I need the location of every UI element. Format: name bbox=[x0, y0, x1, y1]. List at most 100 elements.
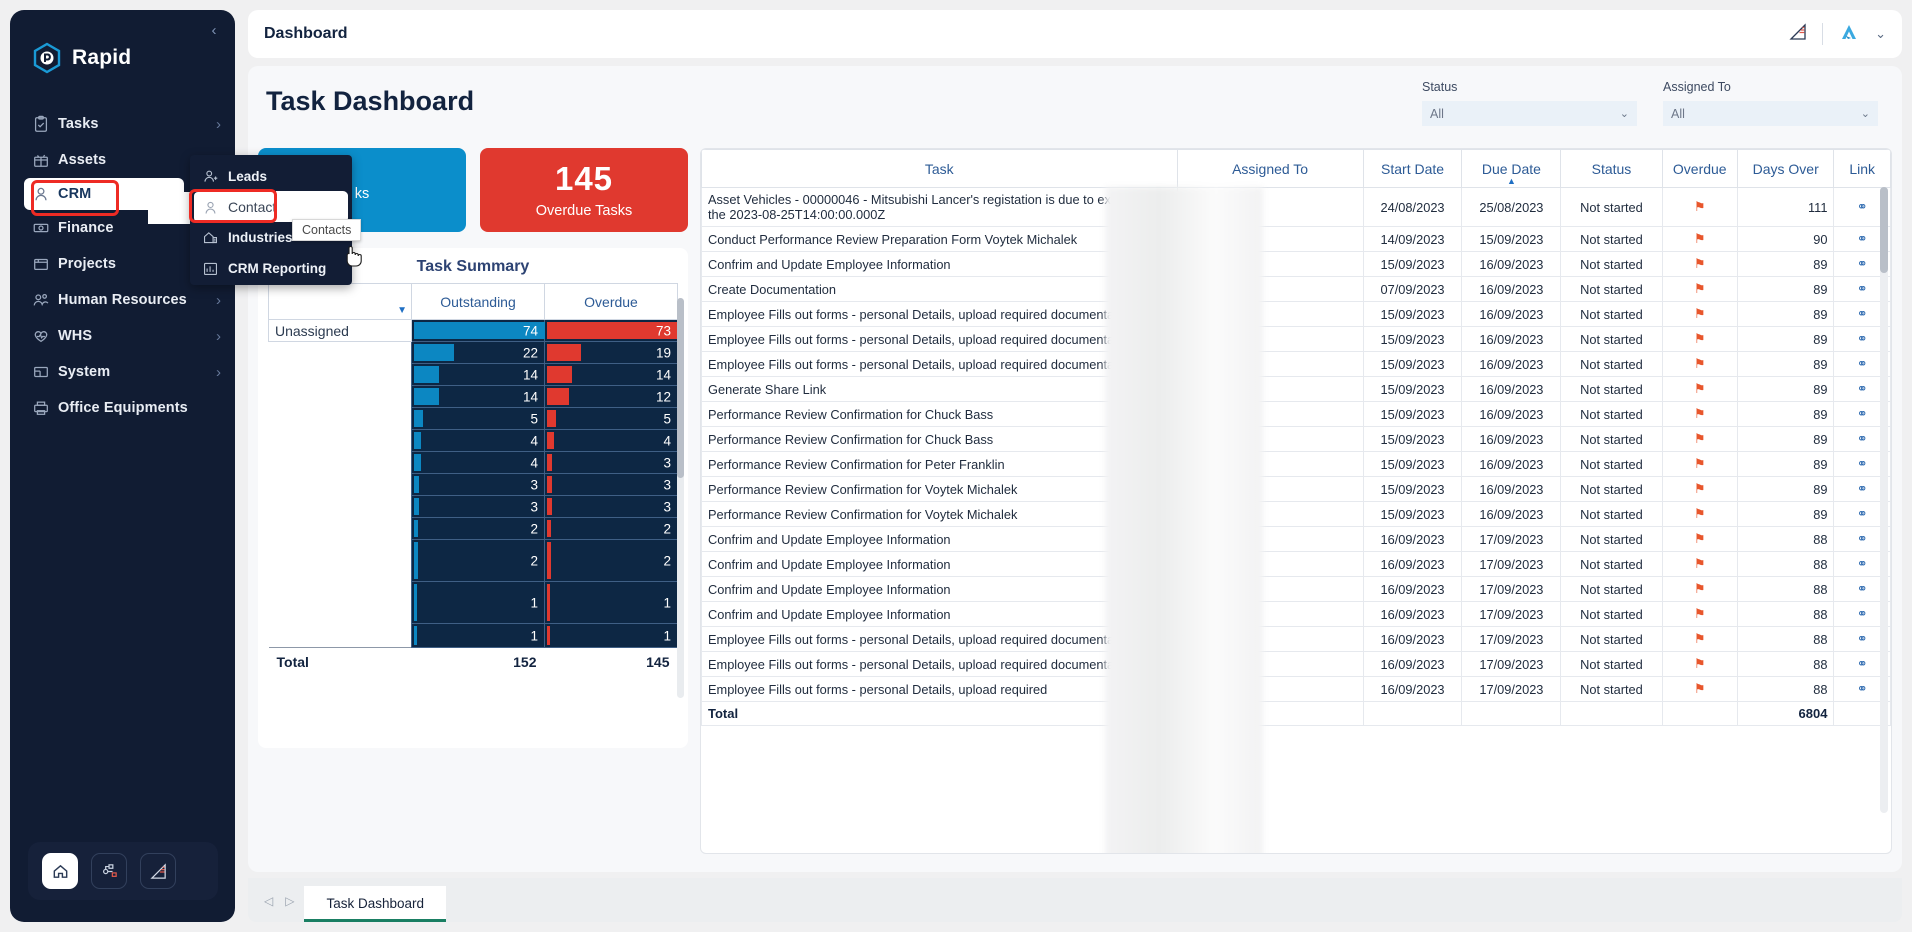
sidebar-item-human-resources[interactable]: Human Resources › bbox=[10, 282, 235, 318]
submenu-item-crm-reporting[interactable]: CRM Reporting bbox=[190, 253, 352, 284]
column-status[interactable]: Status bbox=[1560, 149, 1663, 188]
status-cell: Not started bbox=[1560, 476, 1663, 502]
summary-category bbox=[269, 408, 412, 430]
sidebar-item-tasks[interactable]: Tasks › bbox=[10, 106, 235, 142]
bar-value: 4 bbox=[530, 433, 538, 448]
sidebar-item-label: Office Equipments bbox=[58, 400, 188, 416]
table-row[interactable]: Employee Fills out forms - personal Deta… bbox=[701, 626, 1891, 652]
filter-label: Status bbox=[1422, 80, 1458, 94]
assigned-to-cell bbox=[1176, 451, 1364, 477]
sort-asc-icon: ▲ bbox=[1506, 176, 1516, 186]
brand-name: Rapid bbox=[72, 46, 132, 69]
assets-box-icon bbox=[32, 150, 58, 170]
brand-logo: Rapid bbox=[10, 10, 235, 74]
bar-value: 3 bbox=[530, 477, 538, 492]
submenu-item-leads[interactable]: Leads bbox=[190, 161, 352, 192]
sidebar-item-system[interactable]: System › bbox=[10, 354, 235, 390]
table-row[interactable]: Confrim and Update Employee Information 1… bbox=[701, 601, 1891, 627]
sort-desc-icon[interactable]: ▼ bbox=[397, 305, 407, 316]
summary-bar-overdue: 14 bbox=[544, 363, 678, 386]
summary-total-label: Total bbox=[268, 647, 412, 676]
chevron-down-icon[interactable]: ⌄ bbox=[1875, 26, 1886, 42]
home-button[interactable] bbox=[42, 853, 78, 889]
table-row[interactable]: Performance Review Confirmation for Voyt… bbox=[701, 501, 1891, 527]
task-list-scrollbar[interactable] bbox=[1880, 187, 1888, 813]
column-start-date[interactable]: Start Date bbox=[1362, 149, 1463, 188]
status-cell: Not started bbox=[1560, 276, 1663, 302]
table-row[interactable]: Employee Fills out forms - personal Deta… bbox=[701, 326, 1891, 352]
overdue-flag-icon: ⚑ bbox=[1661, 451, 1738, 477]
overdue-flag-icon: ⚑ bbox=[1661, 526, 1738, 552]
table-row[interactable]: Employee Fills out forms - personal Deta… bbox=[701, 351, 1891, 377]
summary-scrollbar[interactable] bbox=[677, 298, 684, 698]
overdue-flag-icon: ⚑ bbox=[1661, 301, 1738, 327]
column-task[interactable]: Task bbox=[701, 149, 1178, 188]
table-row[interactable]: Employee Fills out forms - personal Deta… bbox=[701, 676, 1891, 702]
summary-header-outstanding[interactable]: Outstanding bbox=[411, 283, 545, 320]
bar bbox=[547, 366, 573, 383]
task-cell: Confrim and Update Employee Information bbox=[701, 526, 1178, 552]
overdue-flag-icon: ⚑ bbox=[1661, 376, 1738, 402]
summary-bar-outstanding: 4 bbox=[411, 429, 545, 452]
summary-bar-outstanding: 3 bbox=[411, 473, 545, 496]
column-link[interactable]: Link bbox=[1833, 149, 1891, 188]
summary-bar-overdue: 1 bbox=[544, 581, 678, 624]
bar-value: 5 bbox=[530, 411, 538, 426]
days-over-cell: 88 bbox=[1736, 651, 1835, 677]
tab-prev-icon[interactable]: ◁ bbox=[264, 894, 273, 908]
column-assigned-to[interactable]: Assigned To bbox=[1176, 149, 1364, 188]
column-overdue[interactable]: Overdue bbox=[1661, 149, 1738, 188]
table-row[interactable]: Asset Vehicles - 00000046 - Mitsubishi L… bbox=[701, 187, 1891, 227]
bar bbox=[414, 388, 440, 405]
sidebar-collapse-icon[interactable]: ‹ bbox=[205, 22, 223, 40]
sidebar-item-office-equipments[interactable]: Office Equipments bbox=[10, 390, 235, 426]
start-date-cell: 15/09/2023 bbox=[1362, 301, 1463, 327]
summary-row: 44 bbox=[269, 429, 678, 452]
ruler-icon[interactable] bbox=[1788, 22, 1808, 47]
table-row[interactable]: Create Documentation 07/09/2023 16/09/2023… bbox=[701, 276, 1891, 302]
overdue-tasks-card[interactable]: 145 Overdue Tasks bbox=[480, 148, 688, 232]
table-row[interactable]: Performance Review Confirmation for Voyt… bbox=[701, 476, 1891, 502]
status-cell: Not started bbox=[1560, 226, 1663, 252]
table-row[interactable]: Confrim and Update Employee Information 1… bbox=[701, 526, 1891, 552]
summary-bar-outstanding: 1 bbox=[411, 581, 545, 624]
assigned-to-cell bbox=[1176, 651, 1364, 677]
avatar[interactable] bbox=[1837, 22, 1861, 47]
tab-task-dashboard[interactable]: Task Dashboard bbox=[304, 886, 447, 922]
start-date-cell: 16/09/2023 bbox=[1362, 626, 1463, 652]
column-days-over[interactable]: Days Over bbox=[1736, 149, 1835, 188]
bar bbox=[414, 344, 454, 361]
table-row[interactable]: Employee Fills out forms - personal Deta… bbox=[701, 651, 1891, 677]
status-select[interactable]: All ⌄ bbox=[1422, 101, 1637, 126]
summary-header-category[interactable]: ▼ bbox=[268, 283, 412, 320]
table-row[interactable]: Performance Review Confirmation for Chuc… bbox=[701, 401, 1891, 427]
ruler-button[interactable] bbox=[140, 853, 176, 889]
column-due-date[interactable]: Due Date ▲ bbox=[1461, 149, 1562, 188]
start-date-cell: 15/09/2023 bbox=[1362, 476, 1463, 502]
table-row[interactable]: Performance Review Confirmation for Pete… bbox=[701, 451, 1891, 477]
table-row[interactable]: Confrim and Update Employee Information 1… bbox=[701, 551, 1891, 577]
filter-bar: Status All ⌄ Assigned To All ⌄ bbox=[1422, 80, 1878, 126]
table-row[interactable]: Confrim and Update Employee Information 1… bbox=[701, 251, 1891, 277]
table-row[interactable]: Confrim and Update Employee Information 1… bbox=[701, 576, 1891, 602]
people-icon bbox=[32, 290, 58, 310]
summary-total-outstanding: 152 bbox=[411, 647, 545, 676]
table-row[interactable]: Employee Fills out forms - personal Deta… bbox=[701, 301, 1891, 327]
summary-bar-outstanding: 14 bbox=[411, 385, 545, 408]
workflow-button[interactable] bbox=[91, 853, 127, 889]
bar-value: 3 bbox=[530, 499, 538, 514]
bar bbox=[414, 584, 417, 621]
table-row[interactable]: Generate Share Link 15/09/2023 16/09/2023 N… bbox=[701, 376, 1891, 402]
table-row[interactable]: Conduct Performance Review Preparation F… bbox=[701, 226, 1891, 252]
summary-header-overdue[interactable]: Overdue bbox=[544, 283, 678, 320]
sidebar-item-whs[interactable]: WHS › bbox=[10, 318, 235, 354]
days-over-cell: 89 bbox=[1736, 476, 1835, 502]
summary-category bbox=[269, 496, 412, 518]
tab-next-icon[interactable]: ▷ bbox=[285, 894, 294, 908]
page-breadcrumb: Dashboard bbox=[264, 25, 348, 42]
summary-category bbox=[269, 582, 412, 624]
sidebar-footer bbox=[28, 842, 218, 900]
table-row[interactable]: Performance Review Confirmation for Chuc… bbox=[701, 426, 1891, 452]
days-over-cell: 89 bbox=[1736, 501, 1835, 527]
assigned-to-select[interactable]: All ⌄ bbox=[1663, 101, 1878, 126]
